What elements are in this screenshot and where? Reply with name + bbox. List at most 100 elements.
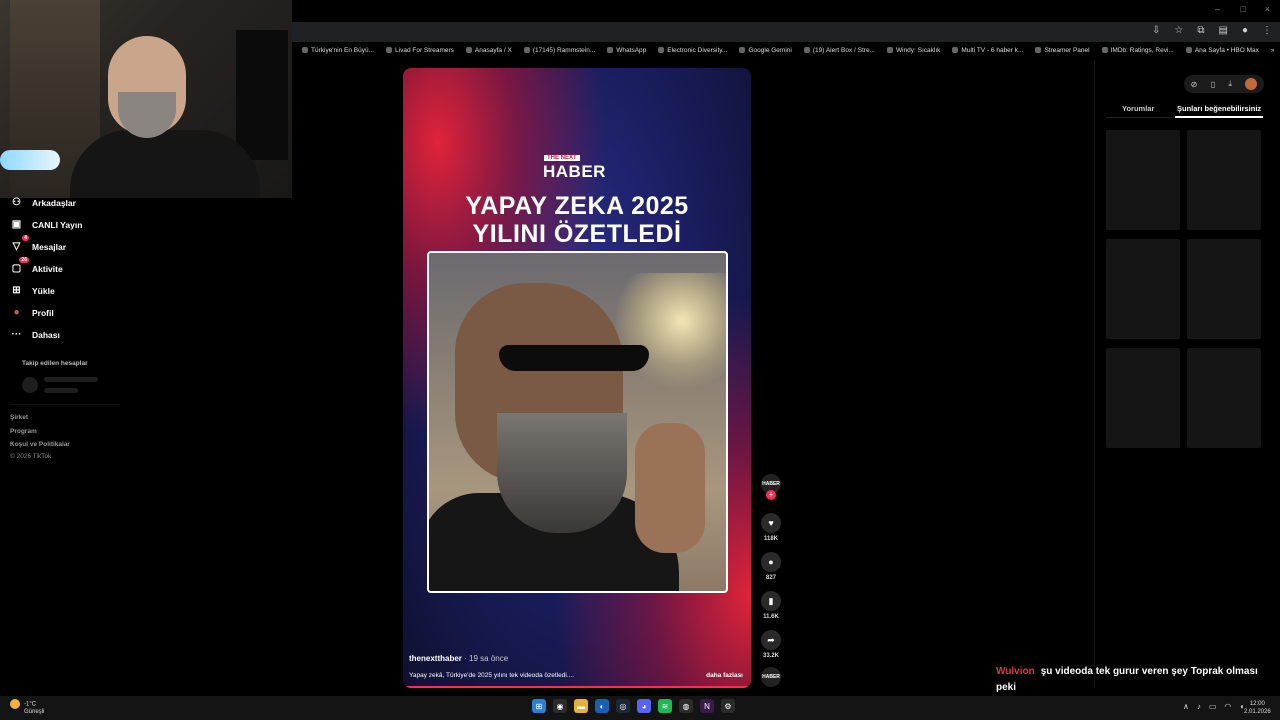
address-bar[interactable]: ⇩ ☆ ⧉ ▤ ● ⋮ [292,22,1280,42]
sidebar-item[interactable]: ▽ 4 Mesajlar [10,235,67,253]
compass-icon[interactable]: ⊘ [1191,80,1198,89]
bookmark-label: (17145) Rammstein... [532,46,596,54]
suggested-video-thumb[interactable] [1187,130,1261,230]
sidebar-item[interactable]: ● Profil [10,306,53,319]
bookmark-item[interactable]: (17145) Rammstein... [523,46,596,54]
edge-icon[interactable]: ◐ [595,699,609,713]
bookmark-icon[interactable]: ▮ [761,591,781,611]
bookmark-item[interactable]: IMDb: Ratings, Revi... [1101,47,1174,54]
notification-badge: 26 [19,257,29,263]
network-icon[interactable]: ▭ [1209,702,1217,711]
system-tray: ∧ ♪ ▭ ◠ ◖ [1183,702,1244,711]
footer-link-program[interactable]: Program [10,428,37,435]
bookmark-favicon-icon [302,47,308,53]
sidebar-item-label: Mesajlar [32,241,67,252]
heart-icon[interactable]: ♥ [761,513,781,533]
sidebar-item[interactable]: ⊞ Yükle [10,284,55,297]
system-clock[interactable]: 12:00 2.01.2026 [1244,700,1271,716]
obs-icon[interactable]: ◍ [679,699,693,713]
mobile-icon[interactable]: ▯ [1211,80,1215,89]
tab-you-may-like[interactable]: Şunları beğenebilirsiniz [1177,104,1261,113]
sound-avatar[interactable]: HABER [761,667,781,687]
weather-widget[interactable]: -1°C Güneşli [10,699,44,715]
settings-icon[interactable]: ⚙ [721,699,735,713]
chevron-up-icon[interactable]: ∧ [1183,702,1189,711]
footer-link-company[interactable]: Şirket [10,414,28,421]
post-time: · 19 sa önce [464,654,509,663]
more-icon: ··· [11,329,22,340]
minimize-button[interactable]: – [1215,4,1220,14]
sidebar-item[interactable]: ··· Dahası [10,328,60,341]
footer-link-terms[interactable]: Koşul ve Politikalar [10,441,70,448]
bookmark-item[interactable]: Anasayfa / X [465,46,512,54]
video-player[interactable]: THE NEXT HABER YAPAY ZEKA 2025 YILINI ÖZ… [403,68,751,688]
like-action[interactable]: ♥ 118K [760,513,782,542]
suggested-video-thumb[interactable] [1187,239,1261,339]
author-name[interactable]: thenextthaber [409,654,462,663]
browser-titlebar: – □ × [292,0,1280,20]
bookmark-item[interactable]: Windy: Sıcaklık [886,47,940,54]
microphone-icon[interactable]: ♪ [1197,702,1201,711]
windows-start-icon[interactable]: ⊞ [532,699,546,713]
bookmark-label: Anasayfa / X [474,46,512,54]
spotify-icon[interactable]: ≋ [658,699,672,713]
sidebar-divider [10,404,120,405]
comment-action[interactable]: ● 827 [760,552,782,581]
bookmark-item[interactable]: Ana Sayfa • HBO Max [1185,47,1259,54]
follow-plus-button[interactable]: + [766,490,776,500]
webcam-ring-light [0,150,60,170]
downloads-icon[interactable]: ▤ [1219,25,1228,36]
bookmark-favicon-icon [952,47,959,53]
install-icon[interactable]: ⇩ [1152,25,1160,36]
video-progress-bar[interactable] [403,686,751,688]
user-avatar[interactable] [1245,78,1258,90]
bookmark-item[interactable]: (19) Alert Box / Stre... [803,47,875,54]
bookmark-label: WhatsApp [616,46,647,54]
sidebar-item[interactable]: ⚇ Arkadaşlar [10,196,76,209]
activity-icon: ▢ 26 [11,257,29,274]
star-icon[interactable]: ☆ [1174,25,1183,36]
suggested-video-thumb[interactable] [1106,239,1180,339]
extensions-icon[interactable]: ⧉ [1197,25,1204,36]
bookmark-item[interactable]: Streamer Panel [1035,47,1090,54]
sidebar-item[interactable]: ▣ CANLI Yayın [10,218,83,231]
bookmark-item[interactable]: Multi TV - 6 haber k... [952,47,1023,54]
bookmark-item[interactable]: Electronic Diversity... [658,47,727,54]
download-icon[interactable]: ⤓ [1228,79,1232,89]
sidebar-item-label: Yükle [32,285,55,296]
wifi-icon[interactable]: ◠ [1224,702,1231,711]
share-icon[interactable]: ➦ [761,630,781,650]
video-author[interactable]: thenextthaber · 19 sa önce [409,654,508,663]
save-action[interactable]: ▮ 11.6K [760,591,782,620]
notification-badge: 4 [22,235,29,241]
right-panel-divider [1094,60,1095,688]
discord-icon[interactable]: ◕ [637,699,651,713]
suggested-video-thumb[interactable] [1187,348,1261,448]
comment-icon[interactable]: ● [761,552,781,572]
browser-toolbar-icons: ⇩ ☆ ⧉ ▤ ● ⋮ [1152,25,1272,36]
bookmark-item[interactable]: Türkiye'nin En Büyü... [302,47,374,54]
menu-icon[interactable]: ⋮ [1262,25,1272,36]
bookmark-item[interactable]: Livad For Streamers [386,47,454,54]
close-button[interactable]: × [1265,4,1270,14]
suggested-video-thumb[interactable] [1106,130,1180,230]
share-action[interactable]: ➦ 33.2K [760,630,782,659]
suggested-video-thumb[interactable] [1106,348,1180,448]
profile-icon[interactable]: ● [1242,25,1248,36]
file-explorer-icon[interactable]: ▬ [574,699,588,713]
bookmark-item[interactable]: Google Gemini [739,47,792,54]
chat-message-text: şu videoda tek gurur veren şey Toprak ol… [996,666,1258,693]
tab-comments[interactable]: Yorumlar [1122,104,1154,113]
next-app-icon[interactable]: N [700,699,714,713]
chrome-icon[interactable]: ◉ [553,699,567,713]
steam-icon[interactable]: ◎ [616,699,630,713]
sidebar-item-label: Dahası [32,329,60,340]
followed-placeholder-avatar [22,377,38,393]
more-button[interactable]: daha fazlası [706,672,743,679]
sidebar-item[interactable]: ▢ 26 Aktivite [10,257,63,275]
taskbar-apps: ⊞ ◉ ▬ ◐ ◎ ◕ ≋ ◍ N ⚙ [532,699,735,713]
bookmark-item[interactable]: WhatsApp [607,47,646,54]
maximize-button[interactable]: □ [1241,4,1246,14]
stream-chat-message: Wulvion şu videoda tek gurur veren şey To… [996,664,1276,696]
bookmarks-overflow-button[interactable]: » [1271,47,1275,54]
